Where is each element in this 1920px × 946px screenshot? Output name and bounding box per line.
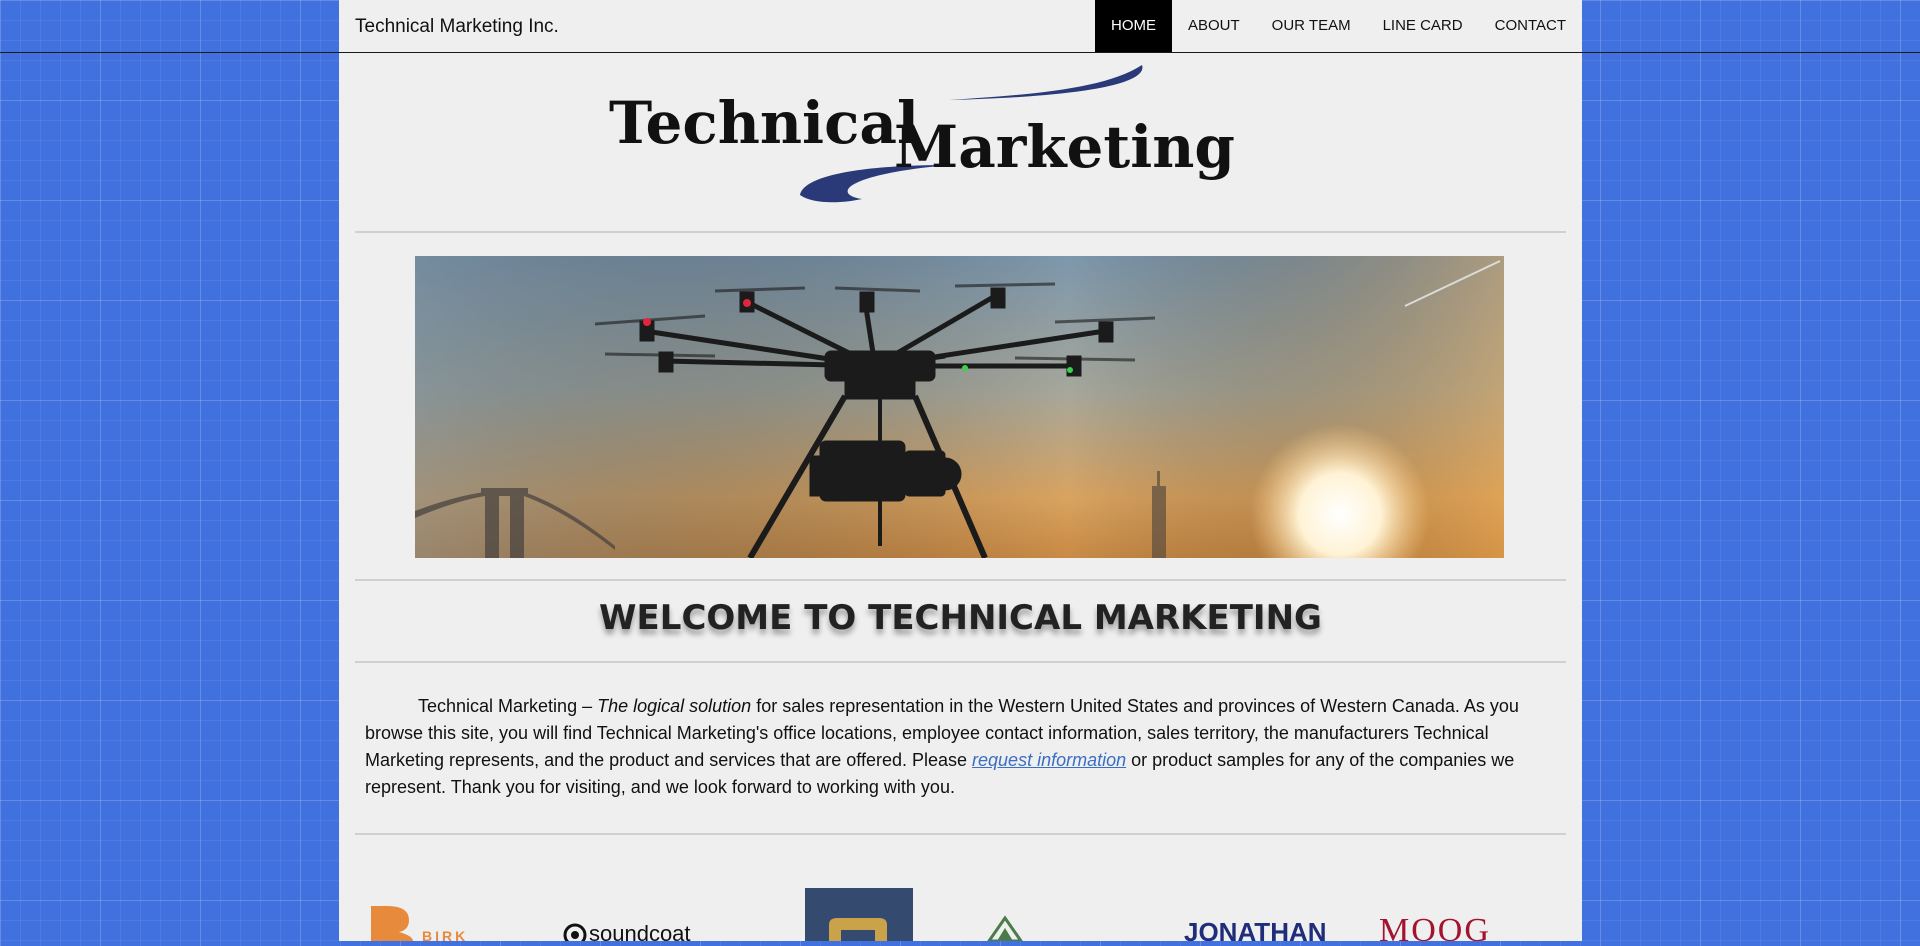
- logo-swoosh-top: [949, 65, 1143, 100]
- svg-text:soundcoat: soundcoat: [589, 921, 691, 941]
- drone-sunset-illustration: [415, 256, 1504, 558]
- site-title[interactable]: Technical Marketing Inc.: [355, 16, 559, 38]
- divider: [355, 833, 1566, 835]
- nav-home[interactable]: HOME: [1094, 0, 1172, 52]
- square-brand-logo[interactable]: [805, 888, 913, 941]
- nav-line-card[interactable]: LINE CARD: [1367, 0, 1479, 52]
- svg-text:MOOG: MOOG: [1379, 912, 1491, 941]
- logo-word-technical: Technical: [609, 89, 919, 157]
- intro-paragraph: Technical Marketing – The logical soluti…: [365, 693, 1555, 801]
- jonathan-logo[interactable]: JONATHAN: [1184, 917, 1327, 946]
- welcome-heading: WELCOME TO TECHNICAL MARKETING: [599, 598, 1322, 638]
- hero-image: [415, 256, 1504, 558]
- svg-text:JONATHAN: JONATHAN: [1184, 917, 1327, 941]
- birk-logo[interactable]: BIRK: [371, 906, 468, 944]
- main-nav: HOME ABOUT OUR TEAM LINE CARD CONTACT: [1094, 0, 1582, 52]
- nav-about[interactable]: ABOUT: [1172, 0, 1256, 52]
- divider: [355, 661, 1566, 663]
- nav-our-team[interactable]: OUR TEAM: [1256, 0, 1367, 52]
- site-header: Technical Marketing Inc. HOME ABOUT OUR …: [339, 0, 1582, 53]
- page-container: Technical Marketing Inc. HOME ABOUT OUR …: [339, 0, 1582, 946]
- intro-company: Technical Marketing –: [418, 696, 598, 716]
- partner-logos-graphic: BIRK soundcoat JONATHAN MOOG: [371, 888, 1491, 946]
- svg-text:BIRK: BIRK: [422, 928, 468, 941]
- triangle-brand-logo[interactable]: [986, 915, 1024, 943]
- logo-word-marketing: Marketing: [894, 113, 1235, 181]
- partner-logos-row: BIRK soundcoat JONATHAN MOOG: [339, 880, 1582, 946]
- moog-logo[interactable]: MOOG: [1379, 912, 1491, 946]
- nav-contact[interactable]: CONTACT: [1479, 0, 1582, 52]
- divider: [355, 579, 1566, 581]
- divider: [355, 231, 1566, 233]
- intro-tagline: The logical solution: [597, 696, 752, 716]
- company-logo: Technical Marketing: [609, 65, 1235, 203]
- request-information-link[interactable]: request information: [972, 750, 1126, 770]
- soundcoat-logo[interactable]: soundcoat: [563, 921, 691, 946]
